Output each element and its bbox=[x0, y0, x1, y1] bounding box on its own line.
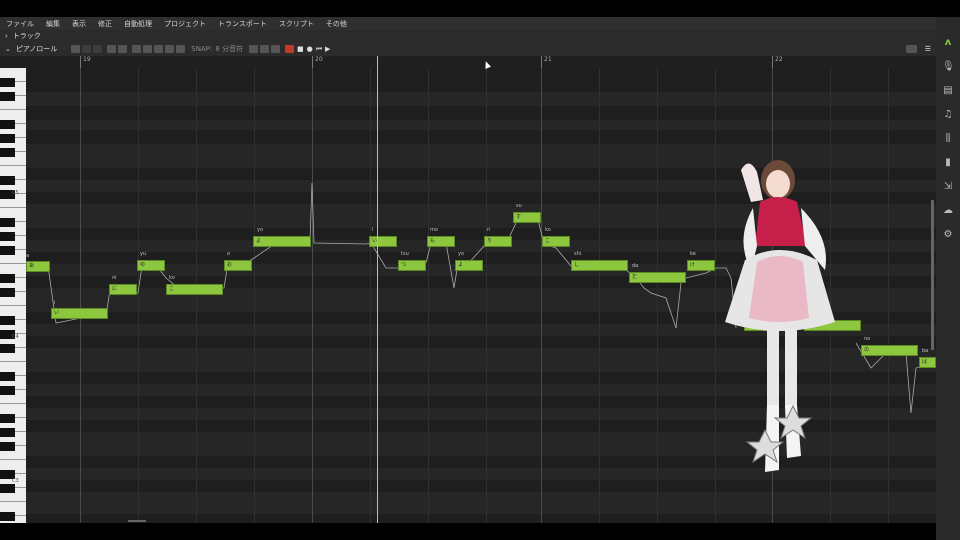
note[interactable]: い bbox=[51, 308, 108, 319]
octave-label-c3: C3 bbox=[12, 478, 19, 484]
track-section-header[interactable]: › トラック bbox=[0, 30, 936, 42]
app-window: ファイル 編集 表示 修正 自動処理 プロジェクト トランスポート スクリプト … bbox=[0, 0, 960, 540]
record-icon[interactable]: ● bbox=[307, 45, 313, 53]
menu-other[interactable]: その他 bbox=[320, 19, 353, 29]
snap-value[interactable]: 8 分音符 bbox=[215, 44, 243, 54]
menu-bar: ファイル 編集 表示 修正 自動処理 プロジェクト トランスポート スクリプト … bbox=[0, 17, 936, 30]
metronome-icon[interactable] bbox=[271, 45, 280, 53]
note[interactable]: よ bbox=[455, 260, 483, 271]
vibrato-tool-icon[interactable] bbox=[143, 45, 153, 53]
pause-icon[interactable] bbox=[285, 45, 294, 53]
play-icon[interactable]: ▶ bbox=[325, 45, 330, 53]
note-lyric: ni bbox=[112, 275, 117, 281]
note-lyric: yo bbox=[257, 227, 264, 233]
book-icon[interactable]: ▮ bbox=[942, 157, 954, 169]
playhead[interactable] bbox=[377, 56, 378, 523]
note[interactable]: り bbox=[484, 236, 512, 247]
note[interactable]: お bbox=[224, 260, 252, 271]
library-icon[interactable]: ⫼ bbox=[942, 133, 954, 145]
note-lyric: i bbox=[372, 227, 374, 233]
note-lyric: su bbox=[516, 203, 522, 209]
title-bar bbox=[0, 0, 960, 17]
menu-project[interactable]: プロジェクト bbox=[158, 19, 212, 29]
horizontal-scrollbar-track[interactable] bbox=[0, 523, 936, 540]
note-lyric: ke bbox=[690, 251, 696, 257]
note[interactable]: よ bbox=[253, 236, 311, 247]
pitch-tool-icon[interactable] bbox=[107, 45, 117, 53]
clapperboard-icon[interactable]: ▤ bbox=[942, 85, 954, 97]
horizontal-scrollbar-thumb[interactable] bbox=[128, 520, 146, 522]
sync-icon[interactable] bbox=[260, 45, 269, 53]
pianoroll-toggle-label: ピアノロール bbox=[15, 45, 58, 53]
chevron-down-icon[interactable]: ⌄ bbox=[5, 45, 11, 53]
menu-modify[interactable]: 修正 bbox=[92, 19, 118, 29]
character-illustration bbox=[725, 160, 835, 472]
loop-icon[interactable] bbox=[249, 45, 258, 53]
note[interactable]: ば bbox=[919, 357, 936, 368]
music-note-icon[interactable]: ♫ bbox=[942, 109, 954, 121]
piano-keyboard[interactable]: C5 C4 C3 bbox=[0, 68, 26, 523]
eraser-tool-icon[interactable] bbox=[93, 45, 103, 53]
menu-edit[interactable]: 編集 bbox=[40, 19, 66, 29]
note[interactable]: だ bbox=[629, 272, 686, 283]
bar-19: 19 bbox=[80, 56, 91, 68]
note-lyric: tsu bbox=[401, 251, 409, 257]
note-lyric: shi bbox=[574, 251, 582, 257]
octave-label-c4: C4 bbox=[12, 334, 19, 340]
note-lyric: yu bbox=[140, 251, 147, 257]
note-lyric: ko bbox=[545, 227, 551, 233]
note-lyric: a bbox=[26, 253, 30, 259]
logo-icon[interactable]: ʌ bbox=[942, 37, 954, 49]
bar-20: 20 bbox=[312, 56, 323, 68]
menu-view[interactable]: 表示 bbox=[66, 19, 92, 29]
snap-label: SNAP: bbox=[191, 45, 213, 53]
note[interactable]: つ bbox=[398, 260, 426, 271]
menu-auto[interactable]: 自動処理 bbox=[118, 19, 158, 29]
import-icon[interactable]: ⇲ bbox=[942, 181, 954, 193]
note-lyric: da bbox=[632, 263, 639, 269]
microphone-icon[interactable]: 🎙 bbox=[942, 61, 955, 73]
bar-21: 21 bbox=[541, 56, 552, 68]
note-lyric: ko bbox=[169, 275, 175, 281]
note[interactable]: こ bbox=[542, 236, 570, 247]
line-tool-icon[interactable] bbox=[132, 45, 142, 53]
menu-icon[interactable]: ☰ bbox=[925, 45, 931, 53]
note[interactable]: に bbox=[109, 284, 137, 295]
timing-tool-icon[interactable] bbox=[176, 45, 186, 53]
note-lyric: ba bbox=[922, 348, 929, 354]
note[interactable]: も bbox=[427, 236, 455, 247]
menu-file[interactable]: ファイル bbox=[0, 19, 40, 29]
gear-icon[interactable]: ⚙ bbox=[942, 229, 954, 241]
note[interactable]: こ bbox=[166, 284, 223, 295]
cloud-icon[interactable]: ☁ bbox=[942, 205, 954, 217]
right-sidebar: ʌ 🎙 ▤ ♫ ⫼ ▮ ⇲ ☁ ⚙ bbox=[936, 17, 960, 540]
note[interactable]: ゆ bbox=[137, 260, 165, 271]
bar-22: 22 bbox=[772, 56, 783, 68]
vertical-scrollbar-thumb[interactable] bbox=[931, 200, 934, 350]
note-lyric: mo bbox=[430, 227, 438, 233]
camera-icon[interactable] bbox=[905, 45, 917, 53]
octave-label-c5: C5 bbox=[12, 190, 19, 196]
track-toggle-label: トラック bbox=[12, 32, 41, 40]
pianoroll-toolbar: ⌄ ピアノロール SNAP: 8 分音符 ■ ● ⏮ ▶ ☰ bbox=[0, 42, 936, 56]
note-lyric: i bbox=[54, 300, 56, 306]
menu-transport[interactable]: トランスポート bbox=[212, 19, 273, 29]
time-tool-icon[interactable] bbox=[165, 45, 175, 53]
note-lyric: o bbox=[227, 251, 231, 257]
note[interactable]: あ bbox=[26, 261, 50, 272]
chevron-right-icon[interactable]: › bbox=[5, 32, 8, 40]
stop-icon[interactable]: ■ bbox=[297, 45, 304, 53]
menu-script[interactable]: スクリプト bbox=[273, 19, 320, 29]
curve-tool-icon[interactable] bbox=[118, 45, 128, 53]
select-tool-icon[interactable] bbox=[71, 45, 81, 53]
pencil-tool-icon[interactable] bbox=[82, 45, 92, 53]
note[interactable]: い bbox=[369, 236, 397, 247]
rewind-icon[interactable]: ⏮ bbox=[316, 45, 322, 54]
wave-tool-icon[interactable] bbox=[154, 45, 164, 53]
note-lyric: ri bbox=[487, 227, 491, 233]
note[interactable]: す bbox=[513, 212, 541, 223]
note[interactable]: し bbox=[571, 260, 628, 271]
note-lyric: yo bbox=[458, 251, 465, 257]
